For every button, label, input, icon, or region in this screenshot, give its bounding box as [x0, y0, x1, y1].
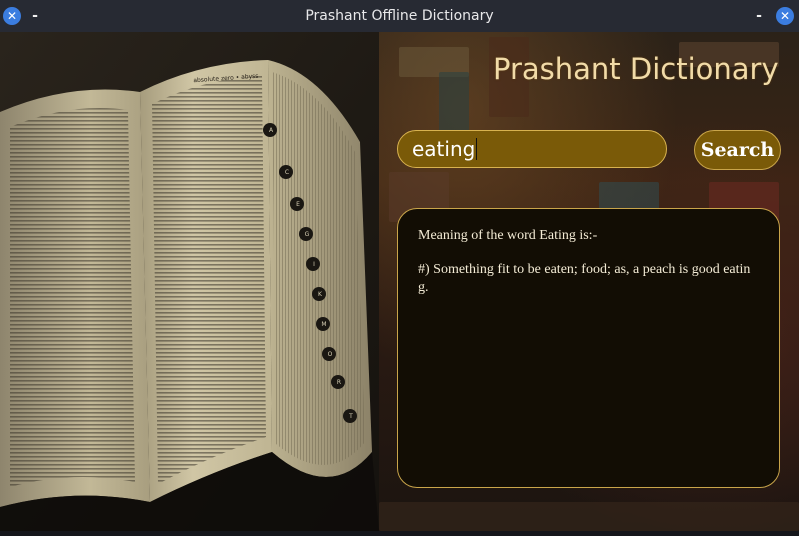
thumb-tab-letter: C [285, 169, 289, 176]
window-bottom-border [0, 531, 799, 536]
app-panel: Prashant Dictionary eating Search Meanin… [379, 32, 799, 531]
dictionary-illustration: ACEGIKMORT absolute zero • abyss [0, 32, 379, 531]
search-input-value: eating [412, 137, 476, 161]
title-bar: ✕ - Prashant Offline Dictionary - ✕ [0, 0, 799, 32]
minimize-icon-right[interactable]: - [752, 8, 766, 24]
bookshelf-blur [439, 72, 469, 132]
thumb-tab-letter: M [321, 321, 326, 328]
meaning-output-box: Meaning of the word Eating is:- #) Somet… [397, 208, 780, 488]
window-title: Prashant Offline Dictionary [305, 8, 494, 24]
search-input[interactable]: eating [397, 130, 667, 168]
thumb-tab-letter: T [348, 413, 353, 420]
thumb-tab-letter: R [337, 379, 341, 386]
app-brand-title: Prashant Dictionary [493, 52, 779, 86]
thumb-tab-letter: E [296, 201, 300, 208]
meaning-definition: #) Something fit to be eaten; food; as, … [418, 262, 751, 295]
text-caret [476, 138, 478, 160]
open-book-image: ACEGIKMORT absolute zero • abyss [0, 32, 379, 531]
thumb-tab-letter: O [328, 351, 333, 358]
bookshelf-blur [379, 502, 799, 531]
thumb-tab-letter: I [313, 261, 315, 268]
meaning-heading: Meaning of the word Eating is:- [418, 228, 598, 243]
close-icon-right[interactable]: ✕ [776, 7, 794, 25]
thumb-tab-letter: G [305, 231, 310, 238]
search-button[interactable]: Search [694, 130, 781, 170]
